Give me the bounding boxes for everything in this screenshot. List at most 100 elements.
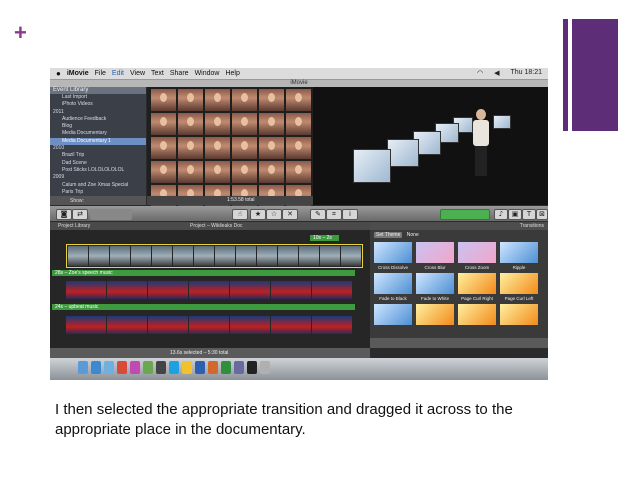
menu-window[interactable]: Window xyxy=(195,70,220,77)
clip-thumbnail[interactable] xyxy=(178,113,203,135)
clip-thumbnail[interactable] xyxy=(232,113,257,135)
crop-icon[interactable]: ⌗ xyxy=(326,209,342,220)
project-library-button[interactable]: Project Library xyxy=(58,222,90,230)
transition-item[interactable]: Cross Dissolve xyxy=(374,242,412,273)
menu-file[interactable]: File xyxy=(95,70,106,77)
transition-thumbnail[interactable] xyxy=(500,273,538,294)
transition-item[interactable]: Page Curl Left xyxy=(500,273,538,304)
event-library-item[interactable]: Blog xyxy=(50,123,146,130)
clip-thumbnail[interactable] xyxy=(178,137,203,159)
clip-thumbnail[interactable] xyxy=(259,137,284,159)
powerpoint-icon[interactable] xyxy=(208,361,218,374)
transitions-icon[interactable]: ⊠ xyxy=(536,209,548,220)
event-library-item[interactable]: Audience Feedback xyxy=(50,116,146,123)
safari-icon[interactable] xyxy=(91,361,101,374)
music-icon[interactable]: ♪ xyxy=(494,209,508,220)
finder-icon[interactable] xyxy=(78,361,88,374)
clip-thumbnail[interactable] xyxy=(286,161,311,183)
event-library-item[interactable]: Last Import xyxy=(50,94,146,101)
event-library-item[interactable]: 2009 xyxy=(50,174,146,181)
imovie-icon[interactable] xyxy=(156,361,166,374)
clip-thumbnail[interactable] xyxy=(232,161,257,183)
apple-icon[interactable]: ● xyxy=(56,69,61,78)
iphoto-icon[interactable] xyxy=(143,361,153,374)
zoom-slider[interactable] xyxy=(90,209,132,220)
transition-thumbnail[interactable] xyxy=(500,242,538,263)
clip-thumbnail[interactable] xyxy=(286,137,311,159)
camera-icon[interactable]: ◙ xyxy=(56,209,72,220)
clip-tag[interactable]: 10s – 2s xyxy=(310,235,339,241)
event-library-item[interactable]: Brazil Trip xyxy=(50,152,146,159)
event-library-item[interactable]: iPhoto Videos xyxy=(50,101,146,108)
keyword-icon[interactable]: ✎ xyxy=(310,209,326,220)
info-icon[interactable]: i xyxy=(342,209,358,220)
transition-item[interactable]: Cross Zoom xyxy=(458,242,496,273)
event-library-item[interactable]: Media Documentary 1 xyxy=(50,137,146,146)
transition-thumbnail[interactable] xyxy=(374,304,412,325)
transition-item[interactable] xyxy=(374,304,412,335)
clip-thumbnail[interactable] xyxy=(259,161,284,183)
transition-thumbnail[interactable] xyxy=(458,242,496,263)
title-icon[interactable]: T xyxy=(522,209,536,220)
preview-icon[interactable] xyxy=(234,361,244,374)
wifi-icon[interactable]: ◠ xyxy=(477,69,483,77)
mail-icon[interactable] xyxy=(104,361,114,374)
transition-item[interactable]: Cross Blur xyxy=(416,242,454,273)
transition-item[interactable]: Page Curl Right xyxy=(458,273,496,304)
clip-thumbnail[interactable] xyxy=(259,113,284,135)
selected-clip-strip[interactable] xyxy=(66,244,363,268)
clip-thumbnail[interactable] xyxy=(151,137,176,159)
volume-icon[interactable]: ◀ xyxy=(494,69,499,77)
transition-item[interactable]: Ripple xyxy=(500,242,538,273)
transition-thumbnail[interactable] xyxy=(416,304,454,325)
transition-thumbnail[interactable] xyxy=(458,273,496,294)
music-track[interactable]: 24s – upbeat music xyxy=(52,304,355,310)
event-library-item[interactable]: Calum and Zoe Xmas Special xyxy=(50,182,146,189)
transition-item[interactable] xyxy=(500,304,538,335)
transition-thumbnail[interactable] xyxy=(458,304,496,325)
clip-thumbnail[interactable] xyxy=(205,161,230,183)
itunes-icon[interactable] xyxy=(130,361,140,374)
event-library-item[interactable]: Post Sticks LOLOLOLOLOL xyxy=(50,167,146,174)
hand-icon[interactable]: ☝ xyxy=(232,209,248,220)
menu-app[interactable]: iMovie xyxy=(67,70,89,77)
event-library-item[interactable]: Dad Scene xyxy=(50,160,146,167)
clip-thumbnail[interactable] xyxy=(205,137,230,159)
music-track[interactable]: 28s – Zoe's speech music xyxy=(52,270,355,276)
reject-icon[interactable]: ✕ xyxy=(282,209,298,220)
trash-icon[interactable] xyxy=(260,361,270,374)
clip-thumbnail[interactable] xyxy=(151,161,176,183)
transition-item[interactable]: Fade to White xyxy=(416,273,454,304)
clip-thumbnail[interactable] xyxy=(205,89,230,111)
menu-text[interactable]: Text xyxy=(151,70,164,77)
photo-icon[interactable]: ▣ xyxy=(508,209,522,220)
set-theme-button[interactable]: Set Theme xyxy=(374,232,403,238)
unmark-icon[interactable]: ☆ xyxy=(266,209,282,220)
clip-thumbnail[interactable] xyxy=(151,113,176,135)
clip-thumbnail[interactable] xyxy=(178,161,203,183)
clip-thumbnail[interactable] xyxy=(259,89,284,111)
transition-item[interactable] xyxy=(458,304,496,335)
chrome-icon[interactable] xyxy=(182,361,192,374)
transition-item[interactable]: Fade to Black xyxy=(374,273,412,304)
menu-share[interactable]: Share xyxy=(170,70,189,77)
clip-thumbnail[interactable] xyxy=(286,113,311,135)
news-clip-strip[interactable] xyxy=(66,316,352,334)
word-icon[interactable] xyxy=(195,361,205,374)
transition-thumbnail[interactable] xyxy=(374,242,412,263)
excel-icon[interactable] xyxy=(221,361,231,374)
event-library-item[interactable]: Media Documentary xyxy=(50,130,146,137)
transition-thumbnail[interactable] xyxy=(416,242,454,263)
clip-thumbnail[interactable] xyxy=(232,89,257,111)
clip-thumbnail[interactable] xyxy=(286,89,311,111)
swap-icon[interactable]: ⇄ xyxy=(72,209,88,220)
menu-view[interactable]: View xyxy=(130,70,145,77)
transition-thumbnail[interactable] xyxy=(500,304,538,325)
clip-thumbnail[interactable] xyxy=(178,89,203,111)
skype-icon[interactable] xyxy=(169,361,179,374)
news-clip-strip[interactable] xyxy=(66,281,352,299)
event-library-item[interactable]: 2010 xyxy=(50,145,146,152)
menu-help[interactable]: Help xyxy=(225,70,239,77)
terminal-icon[interactable] xyxy=(247,361,257,374)
ical-icon[interactable] xyxy=(117,361,127,374)
